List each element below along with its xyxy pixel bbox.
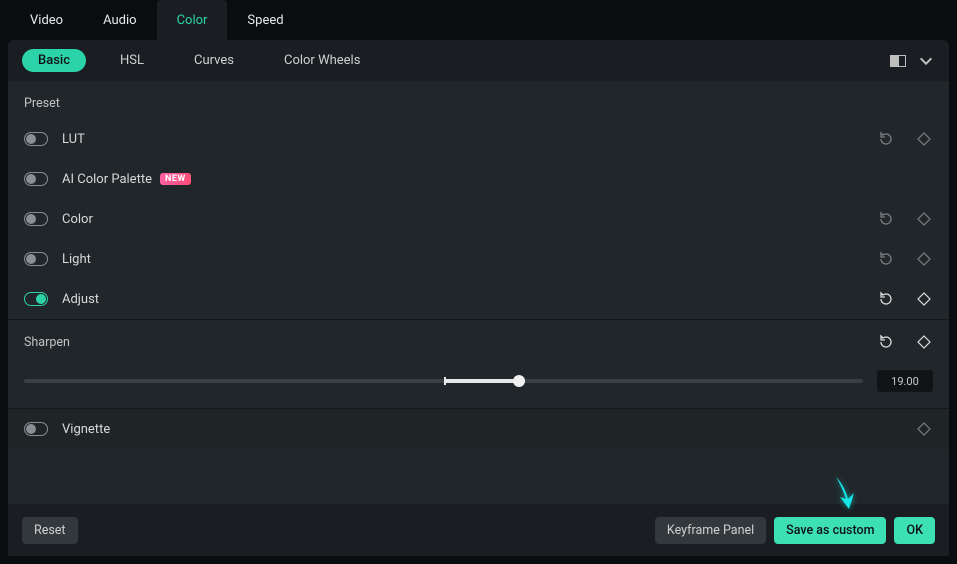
keyframe-panel-button[interactable]: Keyframe Panel [655,517,766,544]
reset-button[interactable]: Reset [22,517,78,544]
top-tabs: Video Audio Color Speed [0,0,957,40]
adjust-label: Adjust [62,292,99,307]
save-as-custom-button[interactable]: Save as custom [774,517,886,544]
keyframe-icon[interactable] [915,290,933,308]
toggle-adjust[interactable] [24,292,48,306]
tab-audio[interactable]: Audio [83,0,156,40]
row-color: Color [8,199,949,239]
keyframe-icon[interactable] [915,130,933,148]
keyframe-icon[interactable] [915,250,933,268]
reset-icon[interactable] [877,210,895,228]
row-vignette: Vignette [8,409,949,449]
color-label: Color [62,212,93,227]
subtab-curves[interactable]: Curves [178,49,250,72]
sharpen-value[interactable]: 19.00 [877,370,933,392]
preset-label: Preset [8,82,949,119]
chevron-down-icon[interactable] [917,52,935,70]
sharpen-label: Sharpen [24,335,70,350]
footer: Reset Keyframe Panel Save as custom OK [8,504,949,556]
reset-icon[interactable] [877,250,895,268]
panel-body: Preset LUT AI Color Palette NEW Color [8,82,949,556]
tab-video[interactable]: Video [10,0,83,40]
toggle-ai-color-palette[interactable] [24,172,48,186]
row-lut: LUT [8,119,949,159]
row-ai-color-palette: AI Color Palette NEW [8,159,949,199]
ok-button[interactable]: OK [894,517,935,544]
subtab-color-wheels[interactable]: Color Wheels [268,49,376,72]
subtab-hsl[interactable]: HSL [104,49,160,72]
light-label: Light [62,252,91,267]
reset-icon[interactable] [877,333,895,351]
ai-color-palette-label: AI Color Palette [62,172,152,187]
subtab-basic[interactable]: Basic [22,49,86,72]
new-badge: NEW [160,173,191,185]
tab-color[interactable]: Color [157,0,228,40]
sharpen-slider-row: 19.00 [8,364,949,408]
keyframe-icon[interactable] [915,333,933,351]
color-panel: Basic HSL Curves Color Wheels Preset LUT [8,40,949,556]
row-adjust: Adjust [8,279,949,319]
sharpen-header: Sharpen [8,320,949,364]
keyframe-icon[interactable] [915,420,933,438]
vignette-label: Vignette [62,422,110,437]
tab-speed[interactable]: Speed [227,0,303,40]
compare-icon[interactable] [889,52,907,70]
lut-label: LUT [62,132,85,147]
keyframe-icon[interactable] [915,210,933,228]
row-light: Light [8,239,949,279]
toggle-lut[interactable] [24,132,48,146]
sharpen-slider[interactable] [24,379,863,383]
slider-thumb[interactable] [513,375,525,387]
toggle-light[interactable] [24,252,48,266]
toggle-vignette[interactable] [24,422,48,436]
reset-icon[interactable] [877,130,895,148]
sub-tabs: Basic HSL Curves Color Wheels [8,40,949,82]
toggle-color[interactable] [24,212,48,226]
reset-icon[interactable] [877,290,895,308]
